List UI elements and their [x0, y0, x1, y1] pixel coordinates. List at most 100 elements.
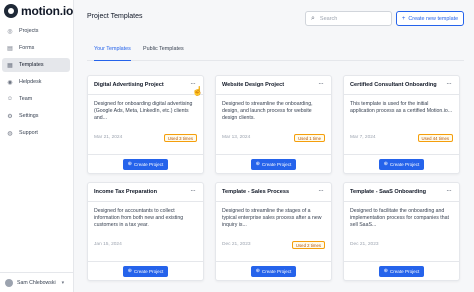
template-card: Digital Advertising Project ··· Designed…: [87, 75, 204, 174]
sidebar-item-label: Templates: [19, 62, 44, 68]
gear-icon: ⚙: [7, 113, 13, 120]
sidebar-item-settings[interactable]: ⚙ Settings: [2, 109, 70, 123]
search-box[interactable]: ⌕: [305, 11, 392, 26]
create-project-label: Create Project: [133, 161, 164, 167]
card-title: Digital Advertising Project: [94, 82, 164, 88]
sidebar-item-label: Settings: [19, 113, 39, 119]
create-project-label: Create Project: [389, 268, 420, 274]
create-new-template-label: Create new template: [408, 15, 459, 22]
templates-icon: ▦: [7, 62, 13, 69]
card-description: Designed for onboarding digital advertis…: [94, 101, 193, 122]
usage-badge: Used 44 times: [417, 134, 453, 142]
card-header: Template - SaaS Onboarding ···: [344, 183, 459, 202]
create-icon: ⊕: [255, 268, 260, 274]
sidebar-item-helpdesk[interactable]: ◉ Helpdesk: [2, 75, 70, 89]
create-project-label: Create Project: [389, 161, 420, 167]
card-footer: ⊕ Create Project: [216, 154, 331, 173]
sidebar-item-label: Helpdesk: [19, 79, 42, 85]
create-project-button[interactable]: ⊕ Create Project: [250, 265, 297, 277]
sidebar-item-forms[interactable]: ▤ Forms: [2, 41, 70, 55]
card-title: Template - Sales Process: [222, 189, 290, 195]
create-icon: ⊕: [383, 161, 388, 167]
card-footer: ⊕ Create Project: [88, 261, 203, 280]
avatar: [5, 278, 13, 287]
card-footer: ⊕ Create Project: [88, 154, 203, 173]
card-header: Income Tax Preparation ···: [88, 183, 203, 202]
create-project-button[interactable]: ⊕ Create Project: [122, 265, 169, 277]
helpdesk-icon: ◉: [7, 79, 13, 86]
usage-badge: Used 3 times: [163, 134, 197, 142]
card-description: Designed to streamline the stages of a t…: [222, 208, 322, 229]
more-options-icon[interactable]: ···: [318, 186, 324, 195]
sidebar-item-support[interactable]: ◍ Support: [2, 126, 70, 140]
search-icon: ⌕: [311, 14, 315, 22]
create-project-button[interactable]: ⊕ Create Project: [378, 158, 425, 170]
template-card: Template - SaaS Onboarding ··· Designed …: [343, 182, 460, 281]
card-title: Certified Consultant Onboarding: [350, 82, 437, 88]
pointer-cursor-icon: ☝: [192, 86, 204, 96]
tab-public-templates[interactable]: Public Templates: [143, 46, 184, 61]
sidebar-item-label: Team: [19, 96, 33, 102]
card-description: This template is used for the initial ap…: [350, 101, 453, 115]
more-options-icon[interactable]: ···: [446, 186, 452, 195]
sidebar-item-label: Forms: [19, 45, 35, 51]
template-card: Certified Consultant Onboarding ··· This…: [343, 75, 460, 174]
card-header: Website Design Project ···: [216, 76, 331, 95]
more-options-icon[interactable]: ···: [446, 79, 452, 88]
page-title: Project Templates: [87, 13, 143, 20]
sidebar-item-team[interactable]: ☺ Team: [2, 92, 70, 106]
card-title: Template - SaaS Onboarding: [350, 189, 427, 195]
create-project-label: Create Project: [133, 268, 164, 274]
user-menu[interactable]: Sam Chlebowski ▾: [0, 272, 74, 292]
card-description: Designed to streamline the onboarding, d…: [222, 101, 313, 122]
card-header: Digital Advertising Project ···: [88, 76, 203, 95]
card-date: Dec 21, 2023: [222, 242, 251, 247]
template-tabs: Your Templates Public Templates: [87, 42, 464, 61]
chevron-down-icon: ▾: [61, 279, 65, 286]
sidebar-item-templates[interactable]: ▦ Templates: [2, 58, 70, 72]
tab-your-templates[interactable]: Your Templates: [94, 46, 131, 61]
create-project-label: Create Project: [261, 268, 292, 274]
create-project-button[interactable]: ⊕ Create Project: [122, 158, 169, 170]
sidebar-item-label: Support: [19, 130, 38, 136]
template-card: Website Design Project ··· Designed to s…: [215, 75, 332, 174]
card-date: Dec 21, 2023: [350, 242, 379, 247]
globe-icon: ◎: [7, 28, 13, 35]
card-date: Mar 13, 2024: [222, 135, 251, 140]
create-project-label: Create Project: [261, 161, 292, 167]
more-options-icon[interactable]: ···: [318, 79, 324, 88]
plus-icon: +: [401, 15, 406, 22]
usage-badge: Used 1 time: [294, 134, 325, 142]
logo-icon: [4, 4, 18, 18]
card-description: Designed to facilitate the onboarding an…: [350, 208, 449, 229]
document-icon: ▤: [7, 45, 13, 52]
card-description: Designed for accountants to collect info…: [94, 208, 184, 229]
card-footer: ⊕ Create Project: [344, 154, 459, 173]
create-new-template-button[interactable]: + Create new template: [396, 11, 464, 26]
template-card: Template - Sales Process ··· Designed to…: [215, 182, 332, 281]
card-footer: ⊕ Create Project: [216, 261, 331, 280]
card-header: Certified Consultant Onboarding ···: [344, 76, 459, 95]
more-options-icon[interactable]: ···: [190, 186, 196, 195]
app-logo[interactable]: motion.io: [4, 4, 73, 18]
card-date: Jan 15, 2024: [94, 242, 122, 247]
create-icon: ⊕: [383, 268, 388, 274]
sidebar: motion.io ◎ Projects ▤ Forms ▦ Templates…: [0, 0, 74, 292]
template-card: Income Tax Preparation ··· Designed for …: [87, 182, 204, 281]
create-project-button[interactable]: ⊕ Create Project: [378, 265, 425, 277]
sidebar-item-label: Projects: [19, 28, 39, 34]
card-title: Income Tax Preparation: [94, 189, 158, 195]
card-title: Website Design Project: [222, 82, 285, 88]
sidebar-item-projects[interactable]: ◎ Projects: [2, 24, 70, 38]
create-icon: ⊕: [255, 161, 260, 167]
support-icon: ◍: [7, 130, 13, 137]
card-header: Template - Sales Process ···: [216, 183, 331, 202]
team-icon: ☺: [6, 96, 14, 102]
sidebar-nav: ◎ Projects ▤ Forms ▦ Templates ◉ Helpdes…: [2, 24, 70, 143]
user-name: Sam Chlebowski: [17, 279, 56, 286]
create-icon: ⊕: [127, 161, 132, 167]
app-name: motion.io: [21, 4, 74, 18]
search-input[interactable]: [319, 15, 384, 22]
create-project-button[interactable]: ⊕ Create Project: [250, 158, 297, 170]
card-date: Mar 7, 2024: [350, 135, 376, 140]
